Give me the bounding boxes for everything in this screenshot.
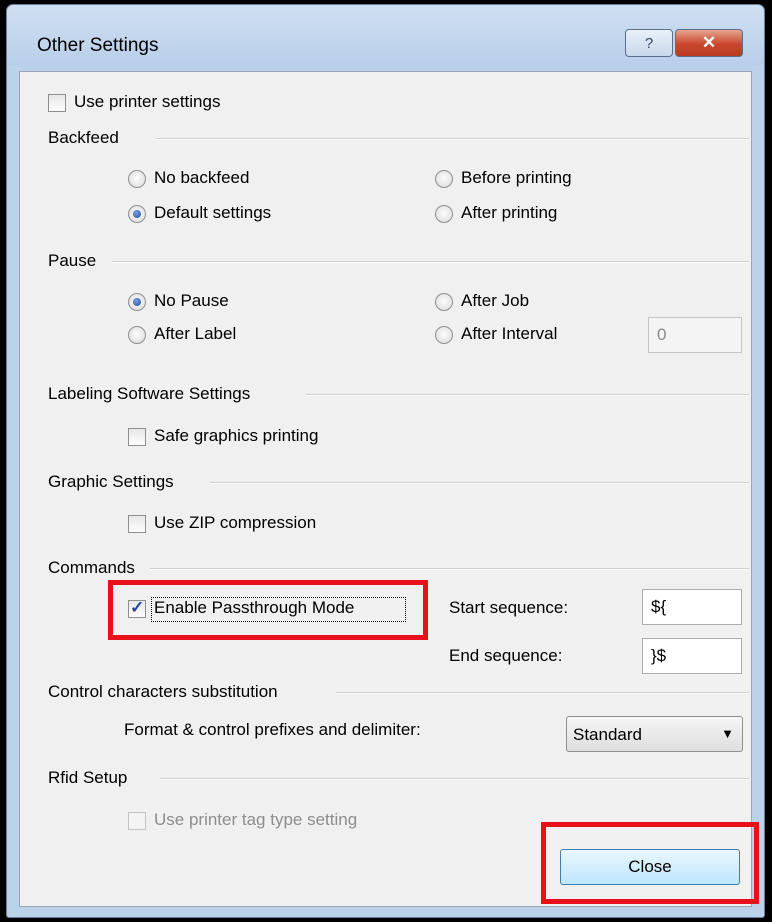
passthrough-checkbox[interactable] (128, 598, 146, 618)
rfid-setup-heading: Rfid Setup (48, 768, 128, 787)
radio-no-pause[interactable] (128, 293, 146, 311)
control-chars-heading: Control characters substitution (48, 682, 278, 701)
radio-default-settings[interactable] (128, 205, 146, 223)
backfeed-heading: Backfeed (48, 128, 119, 147)
title-close-button[interactable]: ✕ (675, 29, 743, 57)
tag-type-checkbox[interactable] (128, 812, 146, 830)
end-sequence-input[interactable]: }$ (642, 638, 742, 674)
start-sequence-label: Start sequence: (449, 598, 569, 617)
no-pause-label[interactable]: No Pause (154, 291, 229, 311)
backfeed-divider (156, 138, 749, 140)
tag-type-label: Use printer tag type setting (154, 810, 358, 829)
after-label-label[interactable]: After Label (154, 324, 236, 344)
after-printing-label[interactable]: After printing (461, 203, 557, 223)
labeling-software-heading: Labeling Software Settings (48, 384, 251, 403)
use-printer-settings-checkbox[interactable] (48, 94, 66, 112)
after-job-label[interactable]: After Job (461, 291, 529, 311)
format-prefixes-label: Format & control prefixes and delimiter: (124, 720, 421, 739)
end-sequence-label: End sequence: (449, 646, 563, 665)
control-chars-divider (336, 692, 749, 694)
safe-graphics-checkbox[interactable] (128, 428, 146, 446)
no-backfeed-label[interactable]: No backfeed (154, 168, 249, 188)
labeling-software-divider (306, 394, 749, 396)
dialog-title: Other Settings (37, 35, 159, 56)
rfid-setup-divider (160, 778, 749, 780)
dialog-client-area: Use printer settings Backfeed No backfee… (19, 71, 759, 907)
radio-after-interval[interactable] (435, 326, 453, 344)
pause-divider (112, 261, 749, 263)
commands-divider (150, 568, 749, 570)
format-dropdown[interactable]: Standard ▼ (566, 716, 743, 752)
passthrough-label[interactable]: Enable Passthrough Mode (154, 598, 354, 618)
before-printing-label[interactable]: Before printing (461, 168, 572, 188)
radio-no-backfeed[interactable] (128, 170, 146, 188)
zip-compression-checkbox[interactable] (128, 515, 146, 533)
commands-heading: Commands (48, 558, 135, 577)
start-sequence-input[interactable]: ${ (642, 589, 742, 625)
radio-after-label[interactable] (128, 326, 146, 344)
radio-after-job[interactable] (435, 293, 453, 311)
use-printer-settings-label[interactable]: Use printer settings (74, 92, 220, 112)
graphic-settings-divider (210, 482, 749, 484)
radio-after-printing[interactable] (435, 205, 453, 223)
title-bar[interactable]: Other Settings ? ✕ (7, 5, 764, 65)
interval-input[interactable]: 0 (648, 317, 742, 353)
close-button[interactable]: Close (560, 849, 740, 885)
after-interval-label[interactable]: After Interval (461, 324, 557, 344)
radio-before-printing[interactable] (435, 170, 453, 188)
graphic-settings-heading: Graphic Settings (48, 472, 174, 491)
pause-heading: Pause (48, 251, 97, 270)
other-settings-dialog: Other Settings ? ✕ Use printer settings … (6, 4, 765, 918)
zip-compression-label[interactable]: Use ZIP compression (154, 513, 316, 533)
default-settings-label[interactable]: Default settings (154, 203, 271, 223)
help-button[interactable]: ? (625, 29, 673, 57)
safe-graphics-label[interactable]: Safe graphics printing (154, 426, 318, 446)
format-dropdown-value: Standard (573, 725, 642, 744)
chevron-down-icon: ▼ (721, 726, 734, 741)
